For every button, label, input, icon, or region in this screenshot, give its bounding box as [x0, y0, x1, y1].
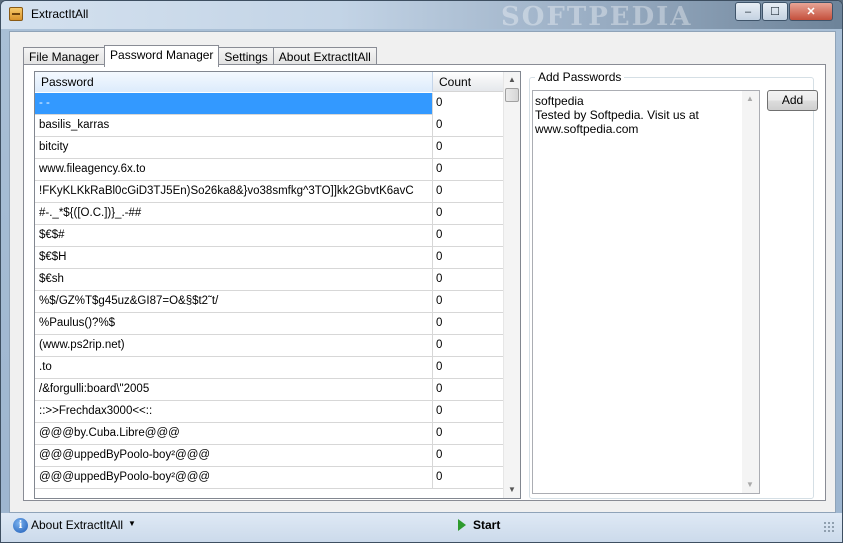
list-body: - -0 basilis_karras 0 bitcity 0 www.fileag…	[35, 93, 505, 489]
info-icon[interactable]: i	[13, 518, 28, 533]
password-cell: /&forgulli:board\"2005	[35, 379, 433, 401]
count-cell: 0	[436, 119, 443, 131]
scroll-down-icon[interactable]: ▼	[742, 477, 758, 493]
password-cell: %$/GZ%T$g45uz&GI87=O&§$t2˜t/	[35, 291, 433, 313]
start-button[interactable]: Start	[473, 518, 500, 532]
password-list[interactable]: Password Count - -0 basilis_karras 0 bitc…	[34, 71, 521, 499]
count-cell: 0	[436, 405, 443, 417]
password-cell: $€$H	[35, 247, 433, 269]
scroll-thumb[interactable]	[505, 88, 519, 102]
password-cell: ::>>Frechdax3000<<::	[35, 401, 433, 423]
table-row[interactable]: www.fileagency.6x.to 0	[35, 159, 505, 181]
count-cell: 0	[436, 449, 443, 461]
password-cell: www.fileagency.6x.to	[35, 159, 433, 181]
textarea-line: www.softpedia.com	[535, 122, 639, 136]
add-passwords-label: Add Passwords	[535, 70, 625, 84]
table-row[interactable]: /&forgulli:board\"2005 0	[35, 379, 505, 401]
count-cell: 0	[433, 93, 505, 115]
play-icon[interactable]	[458, 519, 466, 531]
app-window: ExtractItAll SOFTPEDIA – ☐ ✕ File Manage…	[0, 0, 843, 543]
textarea-scrollbar[interactable]: ▲ ▼	[742, 91, 759, 493]
textarea-line: Tested by Softpedia. Visit us at	[535, 108, 699, 122]
table-row[interactable]: @@@uppedByPoolo-boy²@@@ 0	[35, 445, 505, 467]
status-bar: i About ExtractItAll ▼ Start	[1, 513, 842, 542]
add-passwords-group: Add Passwords softpedia Tested by Softpe…	[529, 70, 818, 499]
count-cell: 0	[436, 361, 443, 373]
tab-strip: File Manager Password Manager Settings A…	[23, 45, 377, 67]
table-row[interactable]: %$/GZ%T$g45uz&GI87=O&§$t2˜t/0	[35, 291, 505, 313]
client-area: File Manager Password Manager Settings A…	[9, 31, 836, 513]
password-cell: (www.ps2rip.net)	[35, 335, 433, 357]
count-cell: 0	[436, 471, 443, 483]
table-row[interactable]: %Paulus()?%$ 0	[35, 313, 505, 335]
textarea-line: softpedia	[535, 94, 584, 108]
table-row[interactable]: $€sh 0	[35, 269, 505, 291]
count-cell: 0	[436, 295, 443, 307]
count-cell: 0	[436, 339, 443, 351]
table-row[interactable]: @@@by.Cuba.Libre@@@ 0	[35, 423, 505, 445]
table-row[interactable]: basilis_karras 0	[35, 115, 505, 137]
chevron-down-icon[interactable]: ▼	[128, 519, 136, 528]
scroll-down-icon[interactable]: ▼	[504, 482, 520, 498]
password-manager-page: Password Count - -0 basilis_karras 0 bitc…	[23, 64, 826, 501]
password-cell: %Paulus()?%$	[35, 313, 433, 335]
table-row[interactable]: @@@uppedByPoolo-boy²@@@ 0	[35, 467, 505, 489]
password-cell: basilis_karras	[35, 115, 433, 137]
table-row[interactable]: (www.ps2rip.net) 0	[35, 335, 505, 357]
close-button[interactable]: ✕	[789, 2, 833, 21]
add-button[interactable]: Add	[767, 90, 818, 111]
password-cell: @@@uppedByPoolo-boy²@@@	[35, 445, 433, 467]
password-cell: - -	[35, 93, 433, 115]
password-cell: .to	[35, 357, 433, 379]
count-cell: 0	[436, 185, 443, 197]
tab-password-manager[interactable]: Password Manager	[104, 45, 220, 67]
list-scrollbar[interactable]: ▲ ▼	[503, 72, 520, 498]
table-row[interactable]: #-._*${([O.C.])}_.-## 0	[35, 203, 505, 225]
password-cell: #-._*${([O.C.])}_.-##	[35, 203, 433, 225]
count-cell: 0	[436, 273, 443, 285]
password-cell: !FKyKLKkRaBl0cGiD3TJ5En)So26ka8&}vo38smf…	[35, 181, 433, 203]
scroll-up-icon[interactable]: ▲	[504, 72, 520, 88]
table-row[interactable]: $€$H 0	[35, 247, 505, 269]
password-cell: $€sh	[35, 269, 433, 291]
minimize-button[interactable]: –	[735, 2, 761, 21]
app-icon	[9, 7, 23, 21]
resize-grip-icon[interactable]	[823, 521, 835, 533]
table-row[interactable]: !FKyKLKkRaBl0cGiD3TJ5En)So26ka8&}vo38smf…	[35, 181, 505, 203]
table-row[interactable]: .to 0	[35, 357, 505, 379]
column-header-count[interactable]: Count	[433, 72, 505, 92]
list-header: Password Count	[35, 72, 505, 92]
password-cell: @@@uppedByPoolo-boy²@@@	[35, 467, 433, 489]
scroll-up-icon[interactable]: ▲	[742, 91, 758, 107]
count-cell: 0	[436, 141, 443, 153]
column-header-password[interactable]: Password	[35, 72, 433, 92]
maximize-button[interactable]: ☐	[762, 2, 788, 21]
password-cell: @@@by.Cuba.Libre@@@	[35, 423, 433, 445]
count-cell: 0	[436, 251, 443, 263]
table-row[interactable]: bitcity 0	[35, 137, 505, 159]
window-title: ExtractItAll	[31, 7, 89, 21]
count-cell: 0	[436, 427, 443, 439]
password-cell: bitcity	[35, 137, 433, 159]
count-cell: 0	[436, 163, 443, 175]
passwords-textarea[interactable]: softpedia Tested by Softpedia. Visit us …	[532, 90, 760, 494]
count-cell: 0	[436, 207, 443, 219]
count-cell: 0	[436, 229, 443, 241]
table-row[interactable]: - -0	[35, 93, 505, 115]
about-menu-button[interactable]: About ExtractItAll	[31, 518, 123, 532]
password-cell: $€$#	[35, 225, 433, 247]
title-bar[interactable]: ExtractItAll SOFTPEDIA – ☐ ✕	[1, 1, 842, 32]
table-row[interactable]: $€$# 0	[35, 225, 505, 247]
count-cell: 0	[436, 317, 443, 329]
count-cell: 0	[436, 383, 443, 395]
table-row[interactable]: ::>>Frechdax3000<<:: 0	[35, 401, 505, 423]
watermark-text: SOFTPEDIA	[501, 2, 693, 32]
